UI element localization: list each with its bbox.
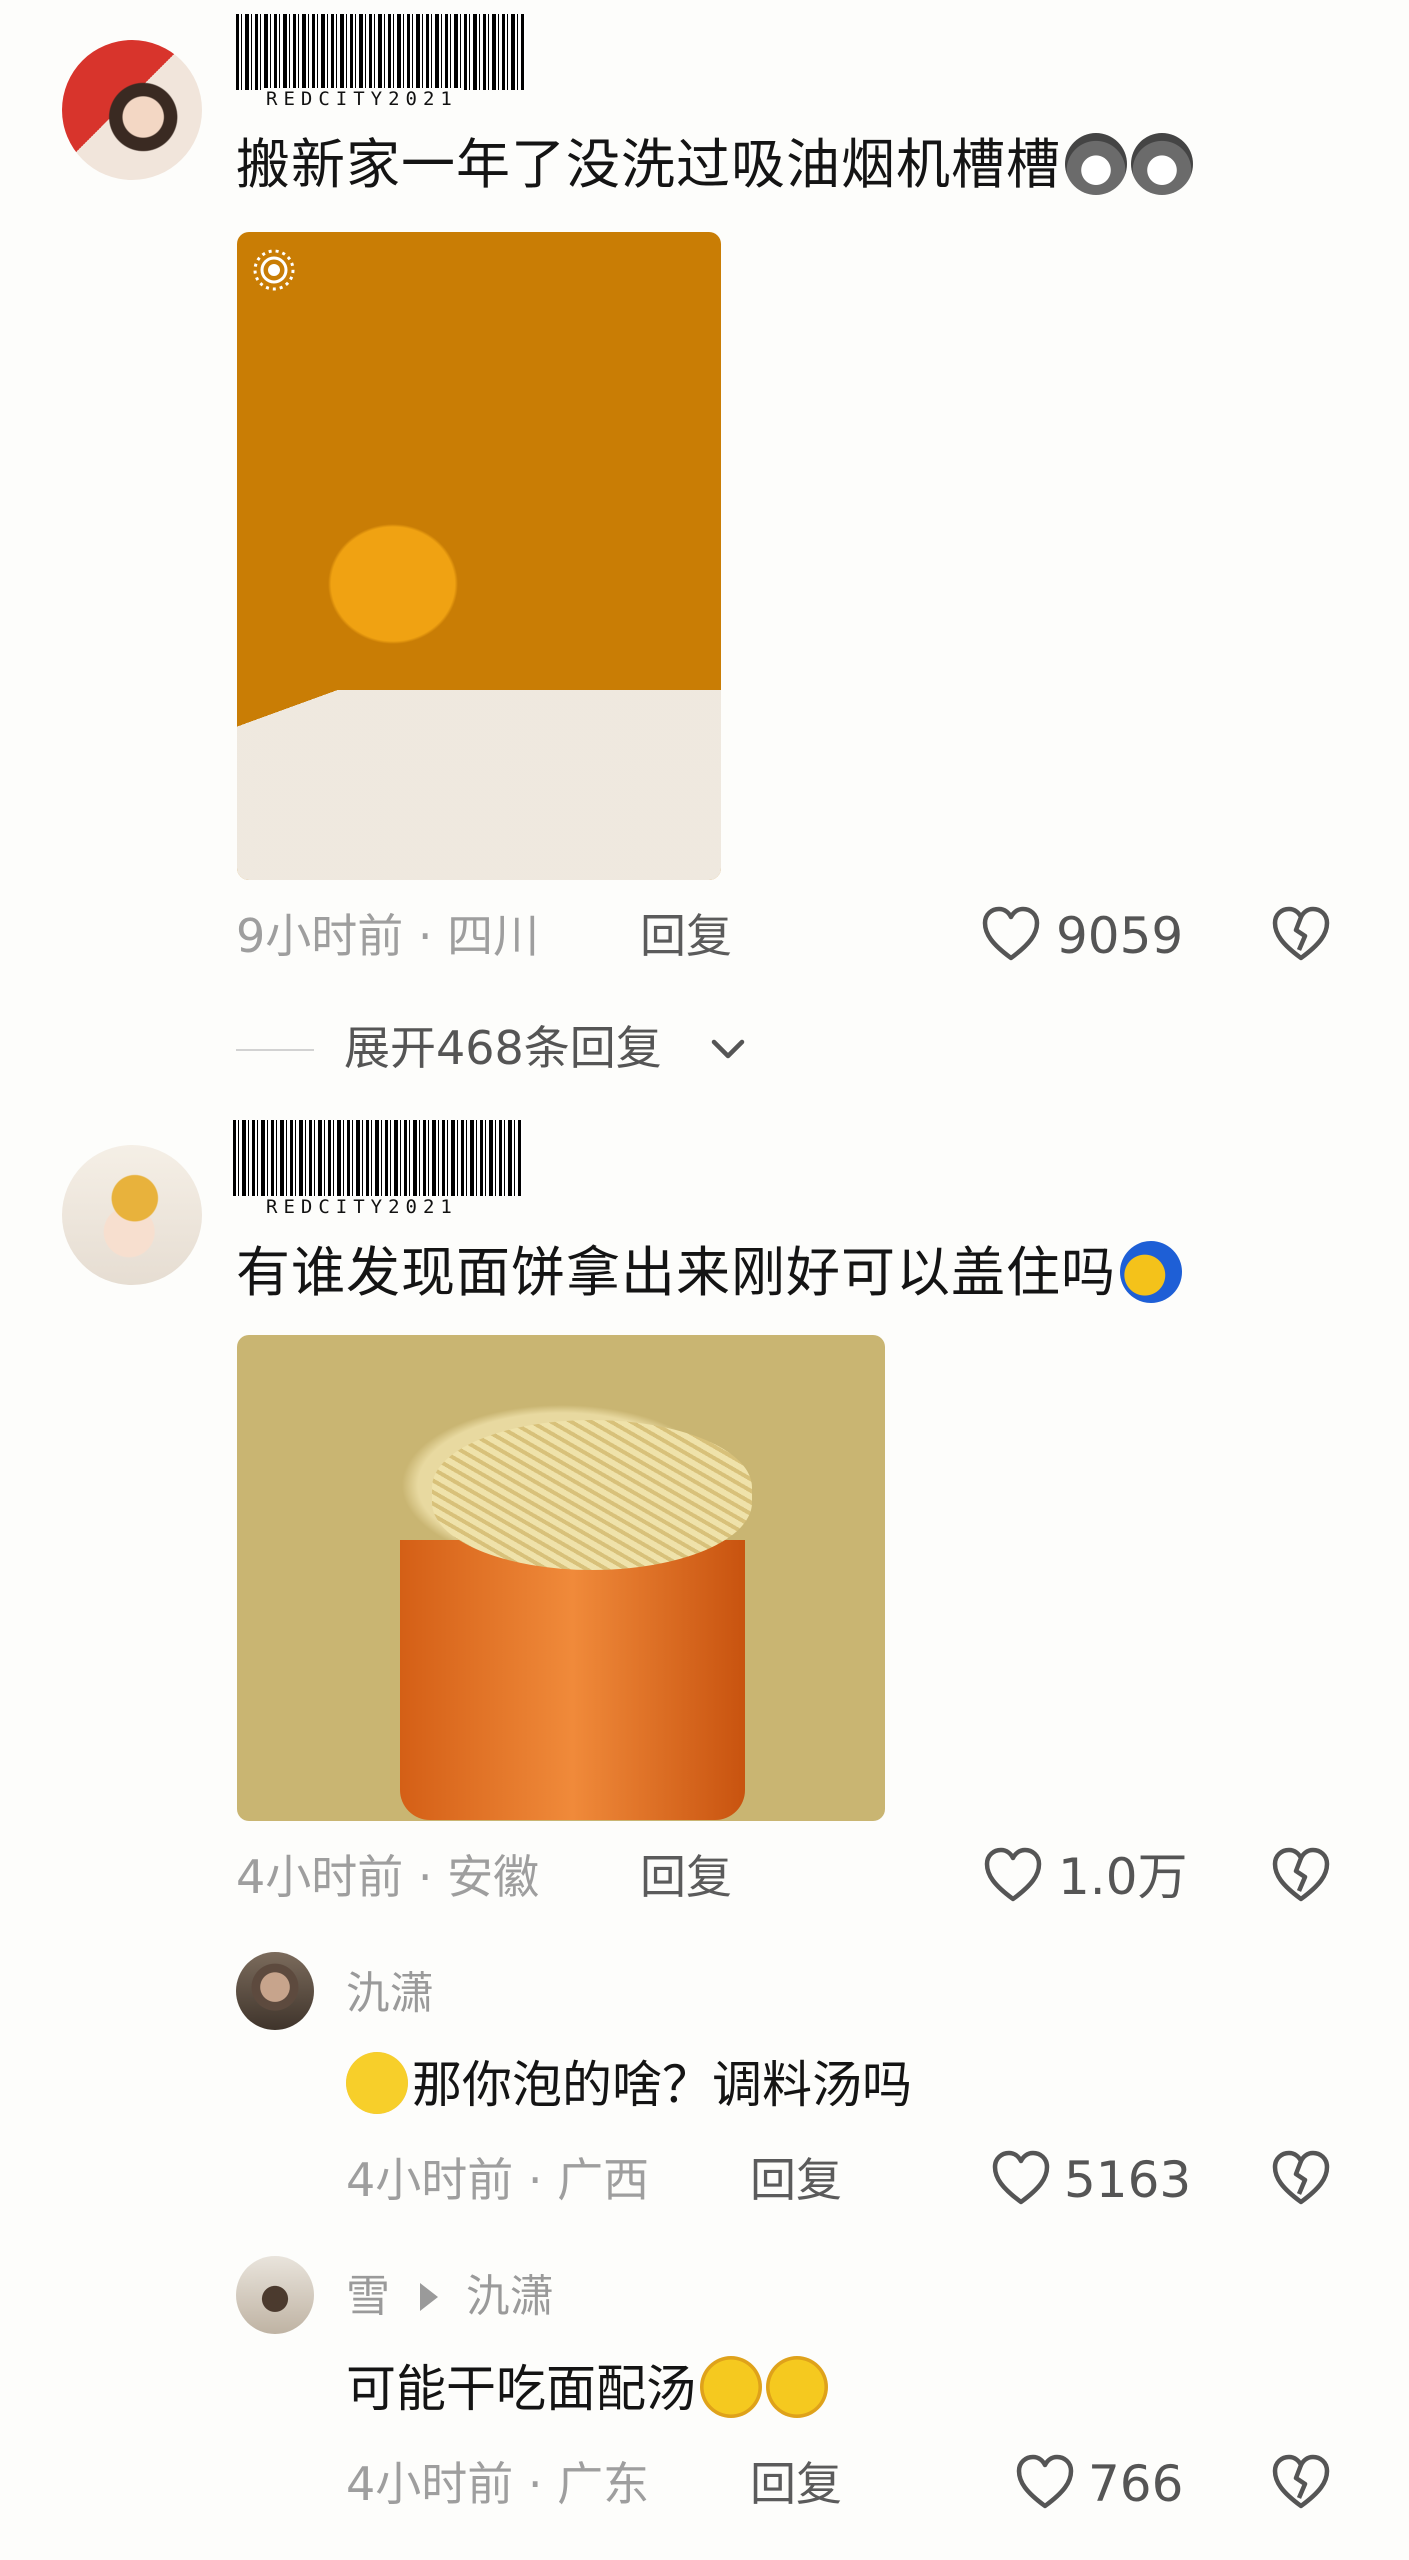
meta-separator: · [527, 2153, 543, 2207]
dislike-icon[interactable] [1272, 2150, 1330, 2206]
meta-separator: · [527, 2457, 543, 2511]
comment-meta: 4小时前 · 安徽 [236, 1849, 539, 1905]
reply-text: 可能干吃面配汤 [346, 2356, 828, 2421]
reply-meta: 4小时前 · 广西 [346, 2152, 649, 2208]
crying-emoji-icon [766, 2356, 828, 2418]
comment-time: 4小时前 [236, 1850, 404, 1904]
crying-emoji-icon [700, 2356, 762, 2418]
live-photo-icon [253, 249, 295, 291]
cover-face-emoji-icon [1120, 1241, 1182, 1303]
comment-text-content: 搬新家一年了没洗过吸油烟机槽槽 [236, 133, 1061, 196]
dislike-icon[interactable] [1272, 906, 1330, 962]
reply-button[interactable]: 回复 [750, 2456, 842, 2512]
like-count: 9059 [1056, 907, 1184, 965]
side-glance-emoji-icon [346, 2052, 408, 2114]
like-heart-icon[interactable] [982, 906, 1040, 962]
comment-meta: 9小时前 · 四川 [236, 908, 539, 964]
expand-replies-button[interactable]: 展开468条回复 [344, 1020, 662, 1076]
meta-separator: · [417, 1850, 433, 1904]
reply-button[interactable]: 回复 [640, 908, 732, 964]
comment-text: 有谁发现面饼拿出来刚好可以盖住吗 [236, 1238, 1182, 1308]
comment-time: 9小时前 [236, 909, 404, 963]
dislike-icon[interactable] [1272, 2454, 1330, 2510]
reply-button[interactable]: 回复 [750, 2152, 842, 2208]
like-heart-icon[interactable] [984, 1847, 1042, 1903]
barcode-username[interactable] [236, 14, 526, 90]
comment-text: 搬新家一年了没洗过吸油烟机槽槽 [236, 130, 1193, 200]
comment-location: 四川 [447, 909, 540, 963]
chevron-down-icon [711, 1039, 745, 1059]
reply-avatar[interactable] [236, 1952, 314, 2030]
reply-time: 4小时前 [346, 2457, 514, 2511]
like-count: 5163 [1064, 2151, 1192, 2209]
reply-avatar[interactable] [236, 2256, 314, 2334]
like-heart-icon[interactable] [992, 2150, 1050, 2206]
dislike-icon[interactable] [1272, 1847, 1330, 1903]
barcode-caption: REDCITY2021 [262, 1196, 462, 1218]
like-count: 1.0万 [1058, 1848, 1188, 1906]
reply-text-content: 可能干吃面配汤 [346, 2360, 696, 2418]
reply-text-content: 那你泡的啥？调料汤吗 [412, 2056, 912, 2114]
expand-divider [236, 1049, 314, 1051]
reply-username[interactable]: 雪 [346, 2270, 390, 2324]
meta-separator: · [417, 909, 433, 963]
photo-detail [400, 1540, 745, 1820]
avatar[interactable] [62, 40, 202, 180]
reply-to-arrow-icon [420, 2283, 438, 2311]
photo-detail [432, 1420, 752, 1570]
barcode-username[interactable] [233, 1120, 523, 1196]
reply-username[interactable]: 氿潇 [346, 1967, 434, 2021]
reply-time: 4小时前 [346, 2153, 514, 2207]
comment-text-content: 有谁发现面饼拿出来刚好可以盖住吗 [236, 1241, 1116, 1304]
reply-button[interactable]: 回复 [640, 1849, 732, 1905]
reply-location: 广东 [557, 2457, 650, 2511]
photo-detail [237, 690, 721, 880]
expand-replies-label: 展开468条回复 [344, 1021, 662, 1075]
reply-location: 广西 [557, 2153, 650, 2207]
reply-to-username[interactable]: 氿潇 [466, 2270, 554, 2324]
reply-text: 那你泡的啥？调料汤吗 [346, 2052, 912, 2117]
like-heart-icon[interactable] [1016, 2454, 1074, 2510]
comment-location: 安徽 [447, 1850, 540, 1904]
avatar[interactable] [62, 1145, 202, 1285]
wolf-emoji-icon [1131, 133, 1193, 195]
barcode-caption: REDCITY2021 [262, 88, 462, 110]
reply-meta: 4小时前 · 广东 [346, 2456, 649, 2512]
like-count: 766 [1088, 2455, 1184, 2513]
wolf-emoji-icon [1065, 133, 1127, 195]
